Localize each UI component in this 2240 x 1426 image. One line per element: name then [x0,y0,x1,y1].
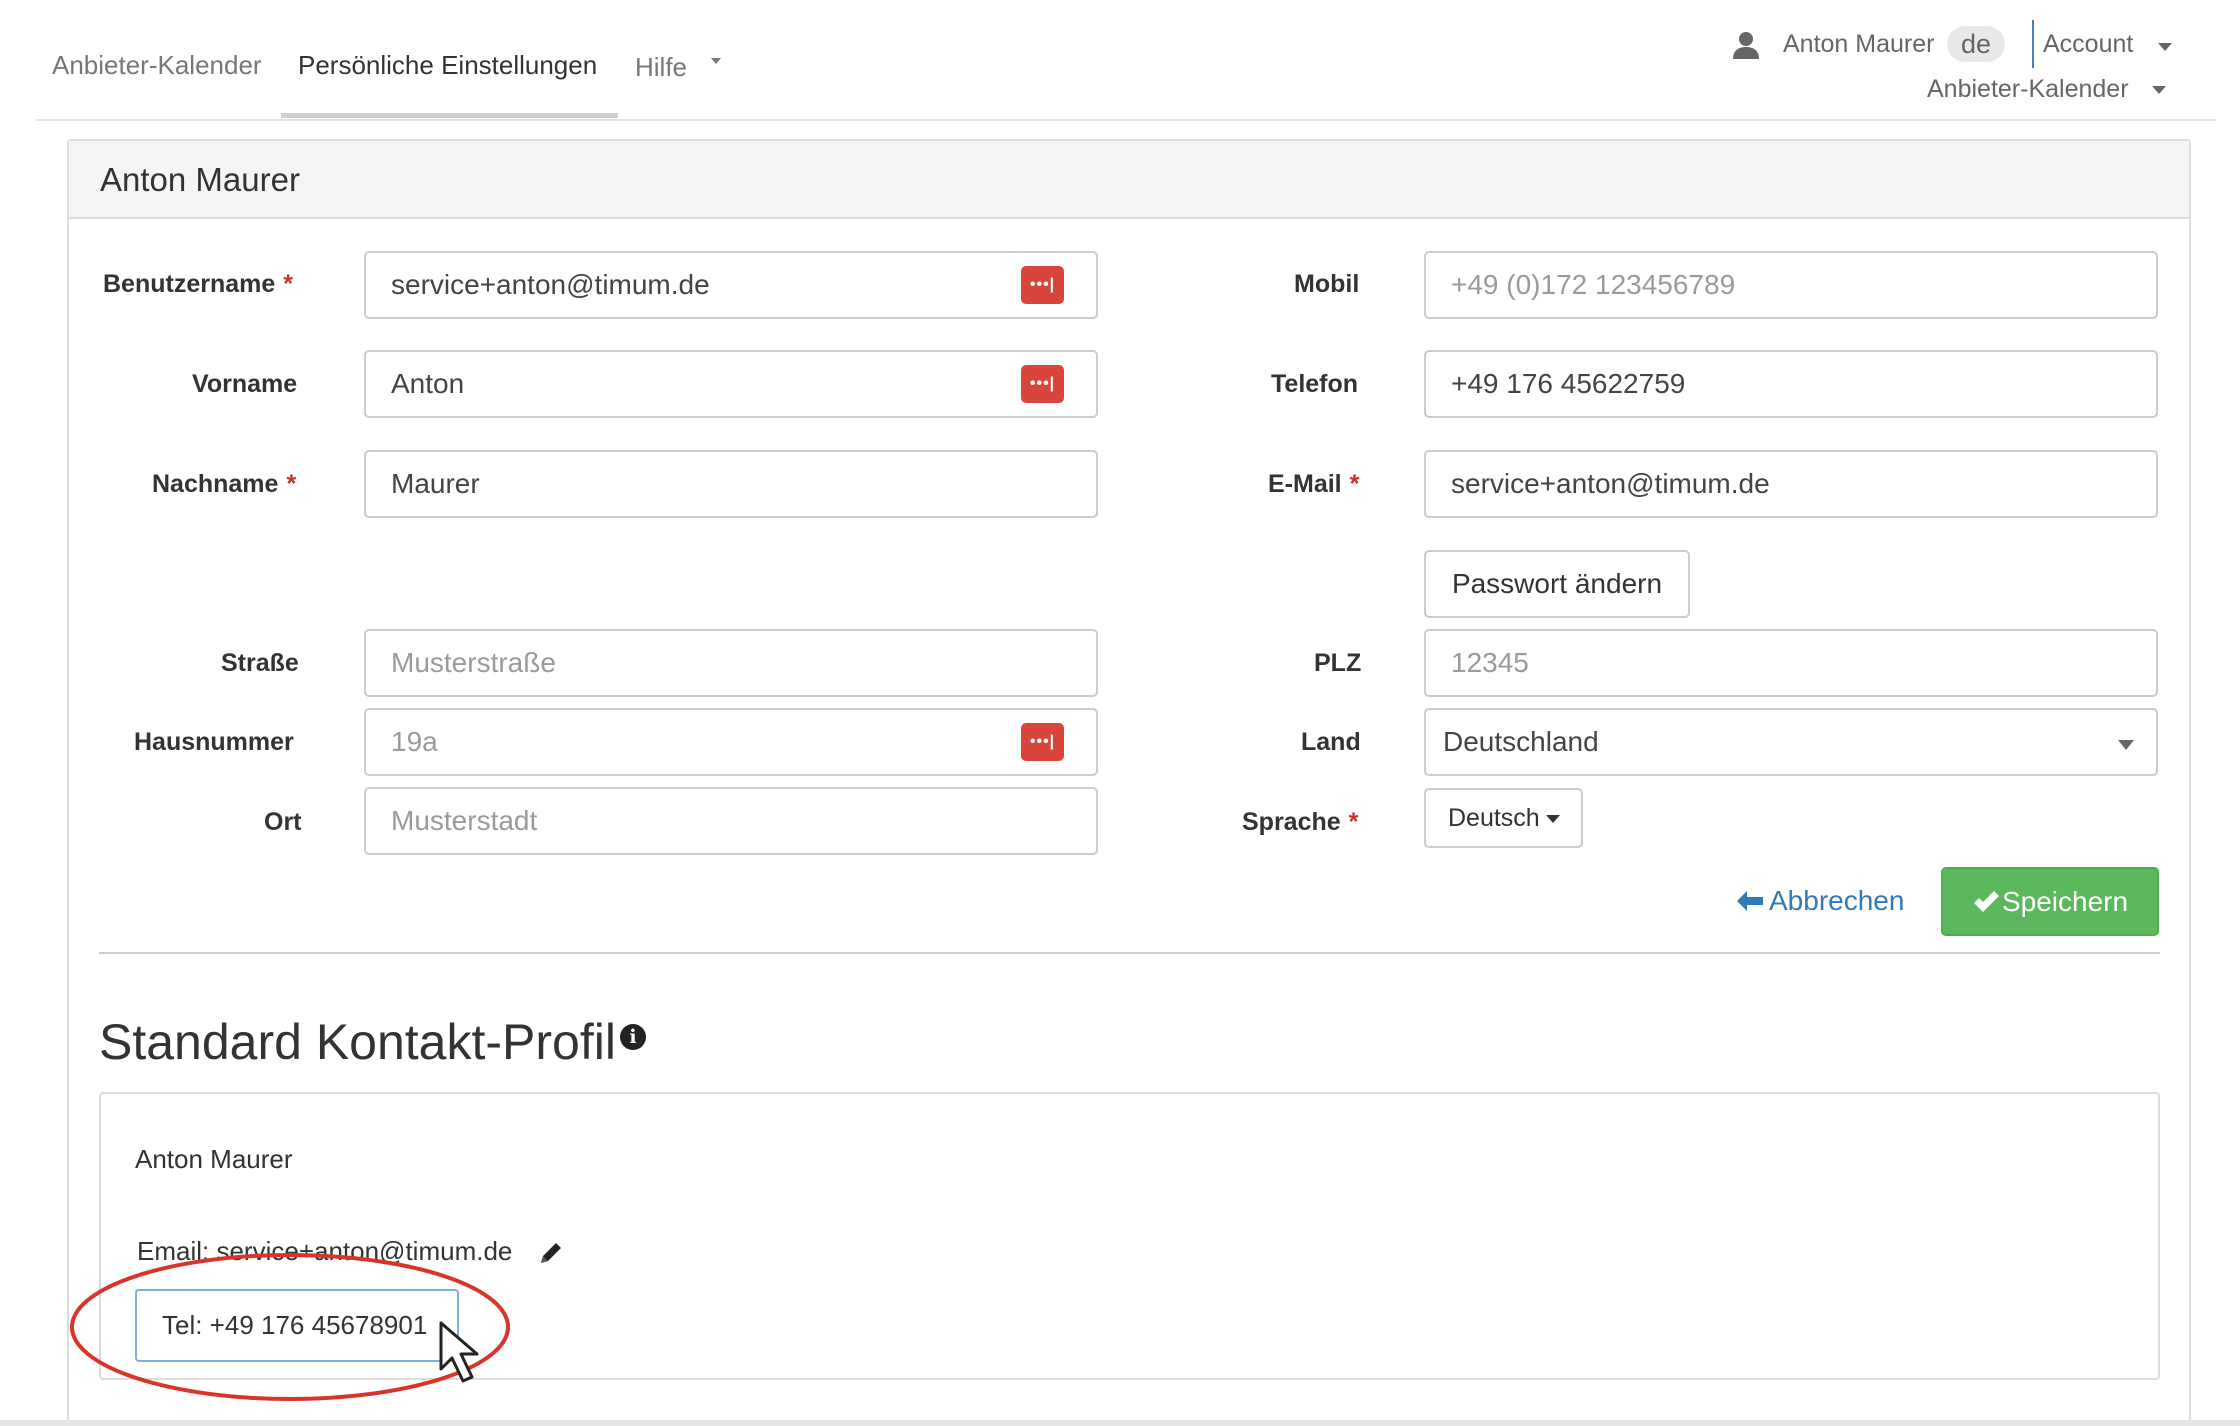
change-password-button[interactable]: Passwort ändern [1424,550,1690,618]
email-value: service+anton@timum.de [1451,468,1770,499]
calendar-menu[interactable]: Anbieter-Kalender [1927,75,2129,104]
section-divider [99,952,2160,954]
lastname-input[interactable]: Maurer [364,450,1098,518]
city-placeholder: Musterstadt [391,805,538,836]
email-input[interactable]: service+anton@timum.de [1424,450,2158,518]
city-label: Ort [264,808,302,836]
username-label-text: Benutzername [103,270,276,298]
cancel-button[interactable]: Abbrechen [1735,885,1904,917]
contact-profile-name[interactable]: Anton Maurer [135,1144,293,1175]
firstname-input[interactable]: Anton [364,350,1098,418]
password-manager-icon[interactable] [1021,365,1064,403]
chevron-down-icon [2158,43,2172,51]
password-manager-icon[interactable] [1021,723,1064,761]
chevron-down-icon [2118,740,2134,750]
account-menu[interactable]: Account [2043,30,2133,59]
required-marker: * [283,270,293,298]
lastname-label: Nachname * [152,470,296,499]
username-input[interactable]: service+anton@timum.de [364,251,1098,319]
email-label-text: E-Mail [1268,470,1342,498]
required-marker: * [1348,808,1359,836]
mobile-placeholder: +49 (0)172 123456789 [1451,269,1736,300]
phone-value: +49 176 45622759 [1451,368,1686,399]
chevron-down-icon [1546,815,1560,823]
panel-title: Anton Maurer [100,161,300,198]
required-marker: * [286,470,297,498]
save-label: Speichern [2001,886,2129,917]
person-icon [1733,32,1759,59]
street-label: Straße [221,649,299,677]
language-label: Sprache * [1242,808,1358,837]
user-name[interactable]: Anton Maurer [1783,30,1934,59]
tab-anbieter-kalender[interactable]: Anbieter-Kalender [52,50,262,81]
zip-placeholder: 12345 [1451,647,1529,678]
language-dropdown[interactable]: Deutsch [1424,788,1583,848]
menu-divider [2032,20,2034,68]
contact-profile-email[interactable]: Email: service+anton@timum.de [137,1236,512,1267]
tab-persoenliche-einstellungen[interactable]: Persönliche Einstellungen [298,50,597,81]
tab-hilfe-label: Hilfe [635,52,688,82]
language-label-text: Sprache [1242,808,1341,836]
password-manager-icon[interactable] [1021,266,1064,304]
housenumber-input[interactable]: 19a [364,708,1098,776]
nav-divider [37,119,2216,121]
panel-header: Anton Maurer [69,141,2189,219]
chevron-down-icon [711,58,721,64]
mobile-label: Mobil [1294,270,1360,298]
email-label: E-Mail * [1268,470,1359,499]
username-value: service+anton@timum.de [391,269,710,300]
lastname-label-text: Nachname [152,470,279,498]
info-icon[interactable]: i [620,1024,646,1050]
contact-profile-card: Anton Maurer Email: service+anton@timum.… [99,1092,2160,1380]
mobile-input[interactable]: +49 (0)172 123456789 [1424,251,2158,319]
save-button[interactable]: Speichern [1941,867,2159,936]
required-marker: * [1349,470,1360,498]
street-placeholder: Musterstraße [391,647,556,678]
active-tab-indicator [281,113,618,118]
firstname-label: Vorname [192,370,298,398]
housenumber-placeholder: 19a [391,726,438,757]
housenumber-label: Hausnummer [134,728,294,756]
bottom-edge [0,1420,2240,1426]
country-label: Land [1301,728,1361,756]
street-input[interactable]: Musterstraße [364,629,1098,697]
country-value: Deutschland [1443,726,1599,757]
phone-input[interactable]: +49 176 45622759 [1424,350,2158,418]
zip-label: PLZ [1314,649,1362,677]
arrow-left-icon [1737,891,1763,911]
pencil-icon[interactable] [537,1239,565,1267]
zip-input[interactable]: 12345 [1424,629,2158,697]
language-badge[interactable]: de [1947,26,2005,62]
lastname-value: Maurer [391,468,480,499]
contact-profile-tel-input[interactable]: Tel: +49 176 45678901 [135,1289,459,1362]
cancel-label: Abbrechen [1769,885,1905,916]
contact-profile-title: Standard Kontakt-Profil [99,1014,616,1070]
chevron-down-icon [2152,86,2166,94]
city-input[interactable]: Musterstadt [364,787,1098,855]
username-label: Benutzername * [103,270,293,299]
firstname-value: Anton [391,368,465,399]
language-value: Deutsch [1448,804,1540,832]
tab-hilfe[interactable]: Hilfe [635,52,721,83]
checkmark-icon [1973,891,1999,912]
phone-label: Telefon [1271,370,1359,398]
country-select[interactable]: Deutschland [1424,708,2158,776]
